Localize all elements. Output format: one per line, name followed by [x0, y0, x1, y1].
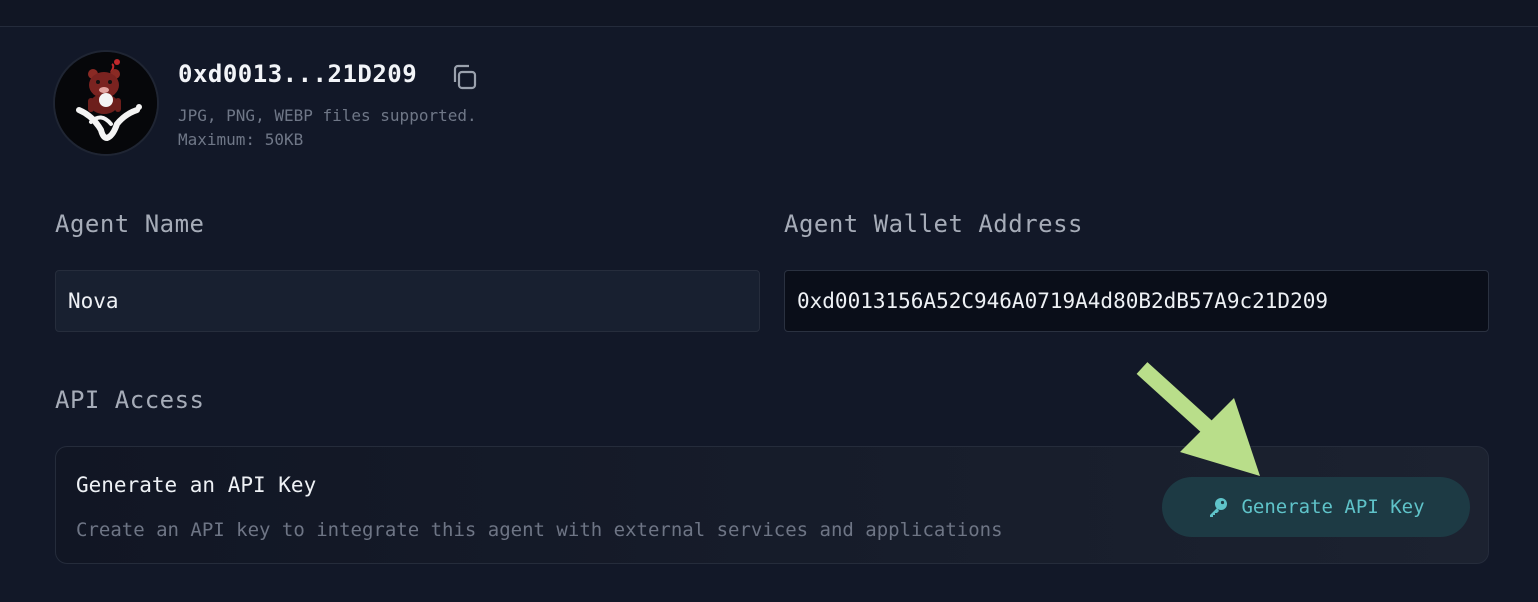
wallet-address-field[interactable]: 0xd0013156A52C946A0719A4d80B2dB57A9c21D2…: [784, 270, 1489, 332]
avatar-size-hint: Maximum: 50KB: [178, 130, 304, 149]
generate-api-key-button[interactable]: Generate API Key: [1162, 477, 1470, 537]
api-card-title: Generate an API Key: [76, 473, 317, 497]
api-key-card: Generate an API Key Create an API key to…: [55, 446, 1489, 564]
api-card-description: Create an API key to integrate this agen…: [76, 519, 1003, 541]
copy-icon[interactable]: [449, 62, 479, 92]
agent-name-input[interactable]: Nova: [55, 270, 760, 332]
wallet-address-label: Agent Wallet Address: [784, 210, 1083, 238]
api-access-label: API Access: [55, 386, 205, 414]
wallet-address-value: 0xd0013156A52C946A0719A4d80B2dB57A9c21D2…: [797, 289, 1329, 313]
avatar-image: [55, 52, 157, 154]
agent-settings-page: 0xd0013...21D209 JPG, PNG, WEBP files su…: [0, 0, 1538, 602]
agent-name-label: Agent Name: [55, 210, 205, 238]
wallet-address-short: 0xd0013...21D209: [178, 60, 418, 88]
avatar-format-hint: JPG, PNG, WEBP files supported.: [178, 106, 477, 125]
agent-name-value: Nova: [68, 289, 119, 313]
top-bar: [0, 0, 1538, 27]
avatar[interactable]: [53, 50, 159, 156]
generate-api-key-label: Generate API Key: [1241, 496, 1425, 518]
key-icon: [1207, 496, 1229, 518]
